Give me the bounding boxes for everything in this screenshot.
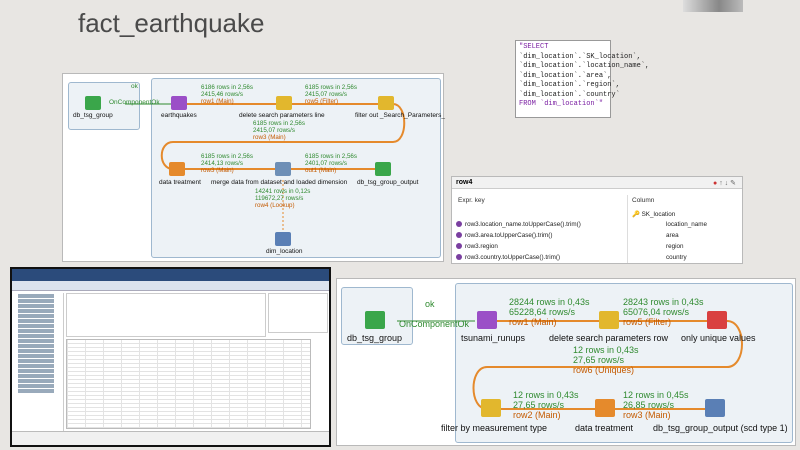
job2-flow-row2: 12 rows in 0,43s 27,65 rows/s row2 (Main) <box>513 390 579 420</box>
row4-lookup-panel: row4 ● ↑ ↓ ✎ Expr. key Column 🔑 SK_locat… <box>451 176 743 264</box>
sql-line: `dim_location`.`location_name`, <box>519 62 650 70</box>
row4-toolbar: ● ↑ ↓ ✎ <box>713 179 736 187</box>
key-icon: 🔑 <box>632 211 640 218</box>
remove-icon[interactable]: ● <box>713 180 717 187</box>
filter-out-label: filter out _Search_Parameters_ <box>355 112 445 119</box>
row4-divider <box>627 195 628 263</box>
table-row[interactable]: 🔑 SK_location <box>632 210 675 218</box>
job2-output-label: db_tsg_group_output (scd type 1) <box>653 423 788 433</box>
unique-values-label: only unique values <box>681 333 756 343</box>
dim-location-db-icon[interactable] <box>275 232 291 246</box>
row4-col-column: Column <box>632 197 655 204</box>
job2-db-tsg-group-icon[interactable] <box>365 311 385 329</box>
sql-line: FROM `dim_location`" <box>519 100 604 108</box>
data-treatment-icon[interactable] <box>169 162 185 176</box>
table-cell: country <box>666 254 687 261</box>
job2-flow-row6: 12 rows in 0,43s 27,65 rows/s row6 (Unique… <box>573 345 639 375</box>
job1-canvas[interactable]: db_tsg_group ok OnComponentOk earthquake… <box>62 73 445 262</box>
filter-measurement-icon[interactable] <box>481 399 501 417</box>
job2-flow-row1: 28244 rows in 0,43s 65228,64 rows/s row1 (… <box>509 297 590 327</box>
filter-measurement-label: filter by measurement type <box>441 423 548 433</box>
ss-side-panel <box>268 293 328 333</box>
delete-search-filter-icon[interactable] <box>276 96 292 110</box>
earthquakes-input-icon[interactable] <box>171 96 187 110</box>
job1-db-tsg-group-label: db_tsg_group <box>73 112 113 119</box>
move-down-icon[interactable]: ↓ <box>725 180 729 187</box>
sql-line: `dim_location`.`region`, <box>519 81 620 89</box>
ss-toolbar <box>12 281 329 291</box>
table-row[interactable]: row3.area.toUpperCase().trim() <box>456 232 552 239</box>
expression-icon <box>456 232 462 239</box>
job2-db-tsg-group-label: db_tsg_group <box>347 333 403 343</box>
job2-flow-row3: 12 rows in 0,45s 26,85 rows/s row3 (Main) <box>623 390 689 420</box>
sql-line: `dim_location`.`area`, <box>519 71 612 80</box>
table-row[interactable]: row3.location_name.toUpperCase().trim() <box>456 221 581 228</box>
sql-line: "SELECT <box>519 43 549 51</box>
tsunami-runups-input-icon[interactable] <box>477 311 497 329</box>
table-cell: region <box>666 243 684 250</box>
dim-location-label: dim_location <box>266 248 303 255</box>
ss-query-editor <box>66 293 266 337</box>
row4-col-expr: Expr. key <box>458 197 485 204</box>
job1-flow-row4: 14241 rows in 0,12s 119672,27 rows/s row4 … <box>255 188 311 209</box>
ss-titlebar <box>12 269 329 281</box>
unique-values-icon[interactable] <box>707 311 727 329</box>
expression-icon <box>456 243 462 250</box>
job2-oncomponentok-label: OnComponentOk <box>399 319 470 329</box>
earthquakes-label: earthquakes <box>161 112 197 119</box>
edit-icon[interactable]: ✎ <box>730 180 736 187</box>
job1-flow-row3: 6185 rows in 2,56s 2415,07 rows/s row3 (Ma… <box>253 120 305 141</box>
output-label: db_tsg_group_output <box>357 179 419 186</box>
filter-out-icon[interactable] <box>378 96 394 110</box>
table-cell: location_name <box>666 221 707 228</box>
job2-data-treatment-icon[interactable] <box>595 399 615 417</box>
sql-line: `dim_location`.`SK_location`, <box>519 52 641 61</box>
job1-flow-out1: 6185 rows in 2,56s 2401,07 rows/s out1 (Ma… <box>305 153 357 174</box>
ss-navigator-tree <box>14 293 64 443</box>
slide-title: fact_earthquake <box>78 8 265 38</box>
ss-result-grid <box>66 339 311 429</box>
row4-title: row4 <box>452 177 742 189</box>
delete-search-label: delete search parameters line <box>239 112 325 119</box>
job1-oncomponentok-label: OnComponentOk <box>109 99 160 106</box>
job2-flow-row5: 28243 rows in 0,43s 65076,04 rows/s row5 (… <box>623 297 704 327</box>
tsunami-runups-label: tsunami_runups <box>461 333 526 343</box>
presenter-avatar <box>683 0 743 12</box>
sql-line: `dim_location`.`country` <box>519 90 620 99</box>
sql-client-screenshot <box>10 267 331 447</box>
data-treatment-label: data treatment <box>159 179 201 186</box>
sql-query-box: "SELECT `dim_location`.`SK_location`, `d… <box>515 40 650 118</box>
job2-data-treatment-label: data treatment <box>575 423 634 433</box>
move-up-icon[interactable]: ↑ <box>719 180 723 187</box>
job2-ok-label: ok <box>425 299 435 309</box>
table-row[interactable]: row3.country.toUpperCase().trim() <box>456 254 560 261</box>
job1-flow-row5: 6185 rows in 2,56s 2415,07 rows/s row5 (Fi… <box>305 84 357 105</box>
merge-label: merge data from dataset and loaded dimen… <box>211 179 348 186</box>
table-cell: area <box>666 232 679 239</box>
job2-delete-search-label: delete search parameters row <box>549 333 669 343</box>
expression-icon <box>456 254 462 261</box>
db-tsg-group-icon[interactable] <box>85 96 101 110</box>
job2-output-db-icon[interactable] <box>705 399 725 417</box>
ss-output-panel <box>12 431 329 445</box>
table-row[interactable]: row3.region <box>456 243 498 250</box>
output-db-icon[interactable] <box>375 162 391 176</box>
expression-icon <box>456 221 462 228</box>
merge-map-icon[interactable] <box>275 162 291 176</box>
job1-flow-row1: 6186 rows in 2,56s 2415,46 rows/s row1 (Ma… <box>201 84 253 105</box>
job2-delete-search-filter-icon[interactable] <box>599 311 619 329</box>
job2-canvas[interactable]: db_tsg_group ok OnComponentOk tsunami_ru… <box>336 278 796 446</box>
job1-flow-row3b: 6185 rows in 2,56s 2414,13 rows/s row3 (Ma… <box>201 153 253 174</box>
job1-ok-label: ok <box>131 83 138 90</box>
